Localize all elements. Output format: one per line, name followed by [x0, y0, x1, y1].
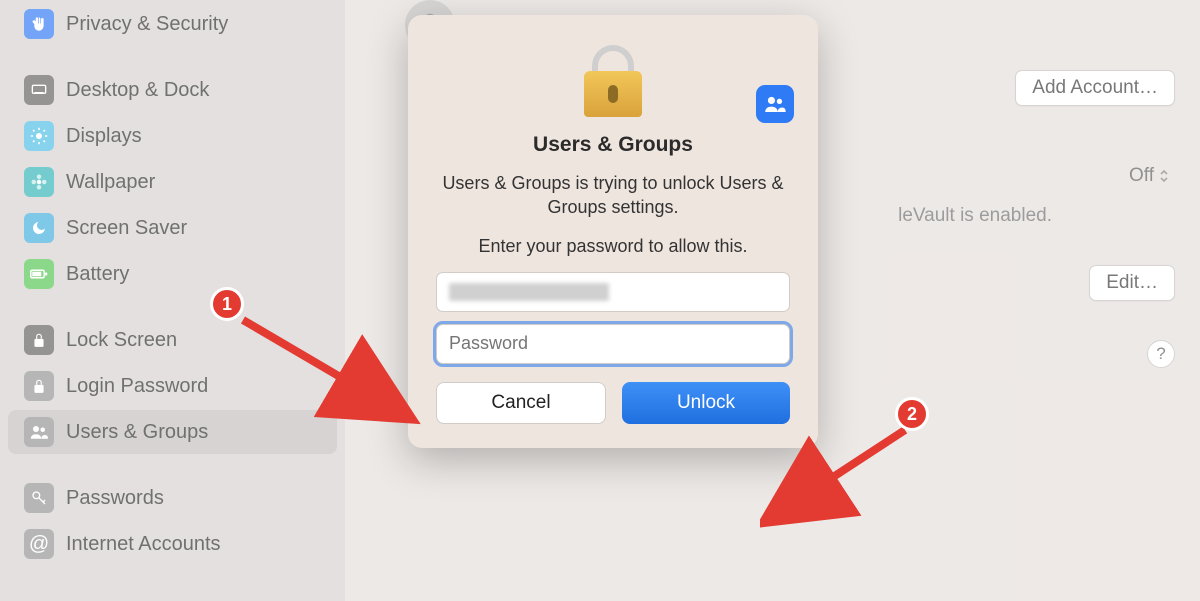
- sidebar-item-label: Privacy & Security: [66, 13, 228, 36]
- at-icon: @: [24, 529, 54, 559]
- hand-icon: [24, 9, 54, 39]
- sidebar-spacer: [0, 298, 345, 316]
- padlock-icon: [24, 371, 54, 401]
- users-icon: [756, 85, 794, 123]
- sidebar-item-label: Battery: [66, 263, 129, 286]
- filevault-note: leVault is enabled.: [898, 205, 1052, 227]
- sidebar-item-screen-saver[interactable]: Screen Saver: [8, 206, 337, 250]
- sidebar-item-label: Passwords: [66, 487, 164, 510]
- help-button[interactable]: ?: [1147, 340, 1175, 368]
- annotation-badge-2: 2: [895, 397, 929, 431]
- sidebar-item-label: Lock Screen: [66, 329, 177, 352]
- dialog-body: Users & Groups is trying to unlock Users…: [436, 171, 790, 220]
- dialog-button-row: Cancel Unlock: [436, 382, 790, 424]
- sidebar-item-lock-screen[interactable]: Lock Screen: [8, 318, 337, 362]
- add-account-button[interactable]: Add Account…: [1015, 70, 1175, 106]
- sidebar-item-label: Internet Accounts: [66, 533, 221, 556]
- sidebar-item-label: Displays: [66, 125, 142, 148]
- dock-icon: [24, 75, 54, 105]
- password-input[interactable]: [449, 333, 777, 354]
- annotation-badge-1: 1: [210, 287, 244, 321]
- dialog-title: Users & Groups: [436, 133, 790, 157]
- sidebar-item-label: Login Password: [66, 375, 208, 398]
- filevault-off-label: Off: [1129, 165, 1154, 187]
- sidebar-item-displays[interactable]: Displays: [8, 114, 337, 158]
- sidebar-item-label: Users & Groups: [66, 421, 208, 444]
- sidebar-item-label: Wallpaper: [66, 171, 155, 194]
- flower-icon: [24, 167, 54, 197]
- sun-icon: [24, 121, 54, 151]
- users-icon: [24, 417, 54, 447]
- sidebar-item-label: Screen Saver: [66, 217, 187, 240]
- key-icon: [24, 483, 54, 513]
- sidebar-spacer: [0, 456, 345, 474]
- sidebar-item-desktop-dock[interactable]: Desktop & Dock: [8, 68, 337, 112]
- unlock-dialog: Users & Groups Users & Groups is trying …: [408, 15, 818, 448]
- sidebar-item-users-groups[interactable]: Users & Groups: [8, 410, 337, 454]
- moon-icon: [24, 213, 54, 243]
- battery-icon: [24, 259, 54, 289]
- sidebar-item-wallpaper[interactable]: Wallpaper: [8, 160, 337, 204]
- sidebar-item-battery[interactable]: Battery: [8, 252, 337, 296]
- lock-illustration: [436, 45, 790, 117]
- username-field: [436, 272, 790, 312]
- cancel-button[interactable]: Cancel: [436, 382, 606, 424]
- lock-icon: [24, 325, 54, 355]
- chevron-up-down-icon: [1158, 168, 1170, 184]
- sidebar-spacer: [0, 48, 345, 66]
- sidebar-item-label: Desktop & Dock: [66, 79, 209, 102]
- redacted-username: [449, 283, 609, 301]
- sidebar-item-login-password[interactable]: Login Password: [8, 364, 337, 408]
- sidebar-item-internet-accounts[interactable]: @ Internet Accounts: [8, 522, 337, 566]
- sidebar-item-privacy-security[interactable]: Privacy & Security: [8, 2, 337, 46]
- sidebar-item-passwords[interactable]: Passwords: [8, 476, 337, 520]
- dialog-prompt: Enter your password to allow this.: [436, 234, 790, 258]
- sidebar: Privacy & Security Desktop & Dock Displa…: [0, 0, 345, 601]
- password-field[interactable]: [436, 324, 790, 364]
- unlock-button[interactable]: Unlock: [622, 382, 790, 424]
- edit-button[interactable]: Edit…: [1089, 265, 1175, 301]
